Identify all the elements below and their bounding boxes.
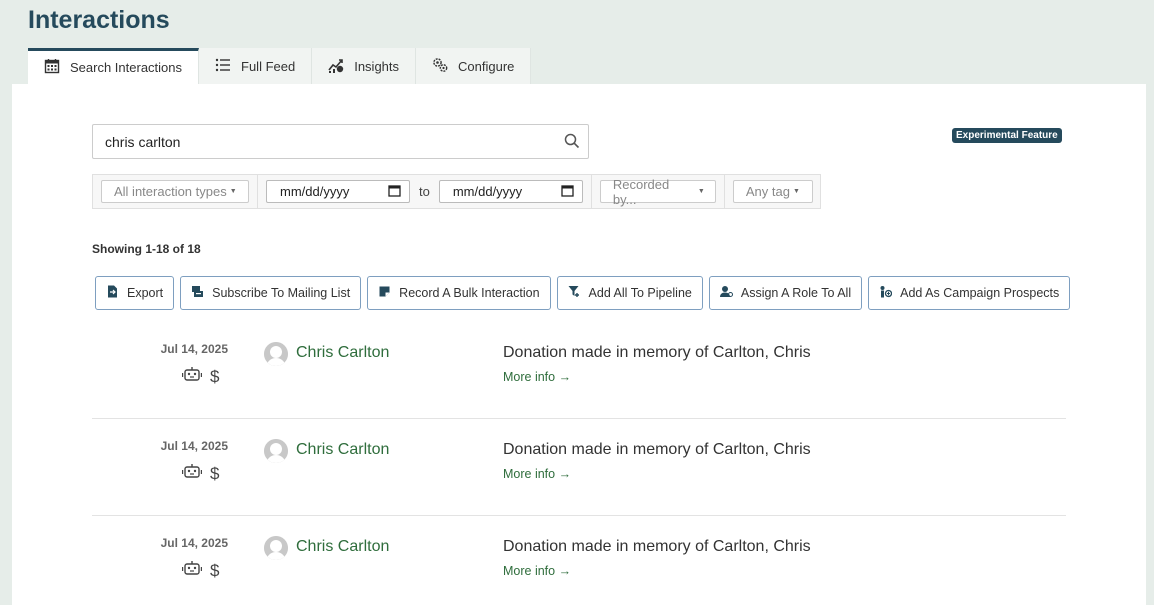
interaction-type-icons: $ [181, 560, 220, 581]
search-box [92, 124, 589, 159]
mailing-list-icon [191, 285, 204, 301]
filter-bar: All interaction types ▼ mm/dd/yyyy to mm… [92, 174, 821, 209]
tab-label: Insights [354, 58, 400, 74]
robot-icon [181, 463, 203, 484]
person-name-link[interactable]: Chris Carlton [296, 538, 389, 556]
tab-insights[interactable]: Insights [312, 48, 417, 84]
person-name-link[interactable]: Chris Carlton [296, 344, 389, 362]
person-name-link[interactable]: Chris Carlton [296, 441, 389, 459]
interaction-date: Jul 14, 2025 [160, 536, 228, 550]
calendar-picker-icon[interactable] [561, 184, 574, 200]
date-to-value: mm/dd/yyyy [452, 184, 523, 199]
interaction-row: Jul 14, 2025 $ Chris Carlton Donation ma… [92, 516, 1066, 605]
tab-bar: Search Interactions Full Feed Insights C… [28, 48, 532, 84]
more-info-link[interactable]: More info → [503, 370, 571, 384]
interaction-description: Donation made in memory of Carlton, Chri… [503, 538, 811, 555]
caret-down-icon: ▼ [792, 188, 800, 195]
date-from-value: mm/dd/yyyy [280, 184, 350, 199]
interaction-description: Donation made in memory of Carlton, Chri… [503, 344, 811, 361]
interaction-row: Jul 14, 2025 $ Chris Carlton Donation ma… [92, 419, 1066, 516]
tab-label: Configure [458, 58, 515, 74]
recorded-by-dropdown[interactable]: Recorded by... ▼ [599, 177, 716, 207]
robot-icon [181, 560, 203, 581]
recorded-by-filter-group: Recorded by... ▼ [592, 175, 725, 208]
tab-configure[interactable]: Configure [416, 48, 532, 84]
bulk-actions: Export Subscribe To Mailing List Record … [95, 276, 1071, 310]
tab-label: Full Feed [241, 58, 296, 74]
more-info-link[interactable]: More info → [503, 467, 571, 481]
recorded-by-value: Recorded by... [612, 176, 670, 207]
file-export-icon [106, 285, 119, 301]
experimental-badge: Experimental Feature [952, 128, 1062, 143]
tab-full-feed[interactable]: Full Feed [199, 48, 313, 84]
avatar [264, 439, 288, 463]
button-label: Export [127, 286, 164, 300]
caret-down-icon: ▼ [697, 188, 705, 195]
avatar [264, 342, 288, 366]
page-title: Interactions [28, 6, 170, 34]
search-input[interactable] [93, 125, 553, 158]
user-role-icon [719, 285, 733, 301]
button-label: Assign A Role To All [740, 286, 852, 300]
interaction-date: Jul 14, 2025 [160, 342, 228, 356]
interaction-row: Jul 14, 2025 $ Chris Carlton Donation ma… [92, 322, 1066, 419]
main-panel: Experimental Feature All interaction typ… [12, 84, 1146, 605]
avatar [264, 536, 288, 560]
robot-icon [181, 366, 203, 387]
note-icon [378, 285, 391, 301]
calendar-icon [44, 58, 60, 77]
export-button[interactable]: Export [95, 276, 175, 310]
calendar-picker-icon[interactable] [388, 184, 401, 200]
list-icon [215, 57, 231, 76]
assign-role-to-all-button[interactable]: Assign A Role To All [708, 276, 863, 310]
filter-add-icon [568, 285, 581, 301]
tab-search-interactions[interactable]: Search Interactions [28, 48, 200, 84]
campaign-prospect-icon [879, 285, 893, 301]
dollar-icon: $ [210, 560, 220, 580]
add-as-campaign-prospects-button[interactable]: Add As Campaign Prospects [868, 276, 1071, 310]
tag-value: Any tag [745, 184, 790, 199]
interaction-list: Jul 14, 2025 $ Chris Carlton Donation ma… [92, 322, 1066, 605]
date-filter-group: mm/dd/yyyy to mm/dd/yyyy [258, 175, 592, 208]
add-all-to-pipeline-button[interactable]: Add All To Pipeline [556, 276, 703, 310]
button-label: Add All To Pipeline [588, 286, 692, 300]
type-filter-group: All interaction types ▼ [93, 175, 258, 208]
results-count: Showing 1-18 of 18 [92, 242, 201, 256]
date-from-input[interactable]: mm/dd/yyyy [266, 180, 410, 203]
more-info-link[interactable]: More info → [503, 564, 571, 578]
caret-down-icon: ▼ [229, 188, 237, 195]
dollar-icon: $ [210, 366, 220, 386]
date-to-input[interactable]: mm/dd/yyyy [438, 180, 583, 203]
interaction-description: Donation made in memory of Carlton, Chri… [503, 441, 811, 458]
record-bulk-interaction-button[interactable]: Record A Bulk Interaction [367, 276, 551, 310]
interaction-type-icons: $ [181, 463, 220, 484]
date-range-to-label: to [419, 184, 430, 199]
interaction-date: Jul 14, 2025 [160, 439, 228, 453]
interaction-type-icons: $ [181, 366, 220, 387]
interaction-type-dropdown[interactable]: All interaction types ▼ [101, 180, 249, 203]
button-label: Subscribe To Mailing List [212, 286, 351, 300]
dollar-icon: $ [210, 463, 220, 483]
tag-filter-group: Any tag ▼ [725, 175, 821, 208]
chart-icon [328, 57, 344, 76]
gears-icon [432, 57, 448, 76]
button-label: Add As Campaign Prospects [900, 286, 1060, 300]
subscribe-mailing-list-button[interactable]: Subscribe To Mailing List [180, 276, 362, 310]
tab-label: Search Interactions [70, 60, 183, 75]
button-label: Record A Bulk Interaction [399, 286, 540, 300]
search-icon[interactable] [564, 133, 580, 154]
interaction-type-value: All interaction types [114, 184, 227, 199]
tag-dropdown[interactable]: Any tag ▼ [732, 180, 813, 203]
